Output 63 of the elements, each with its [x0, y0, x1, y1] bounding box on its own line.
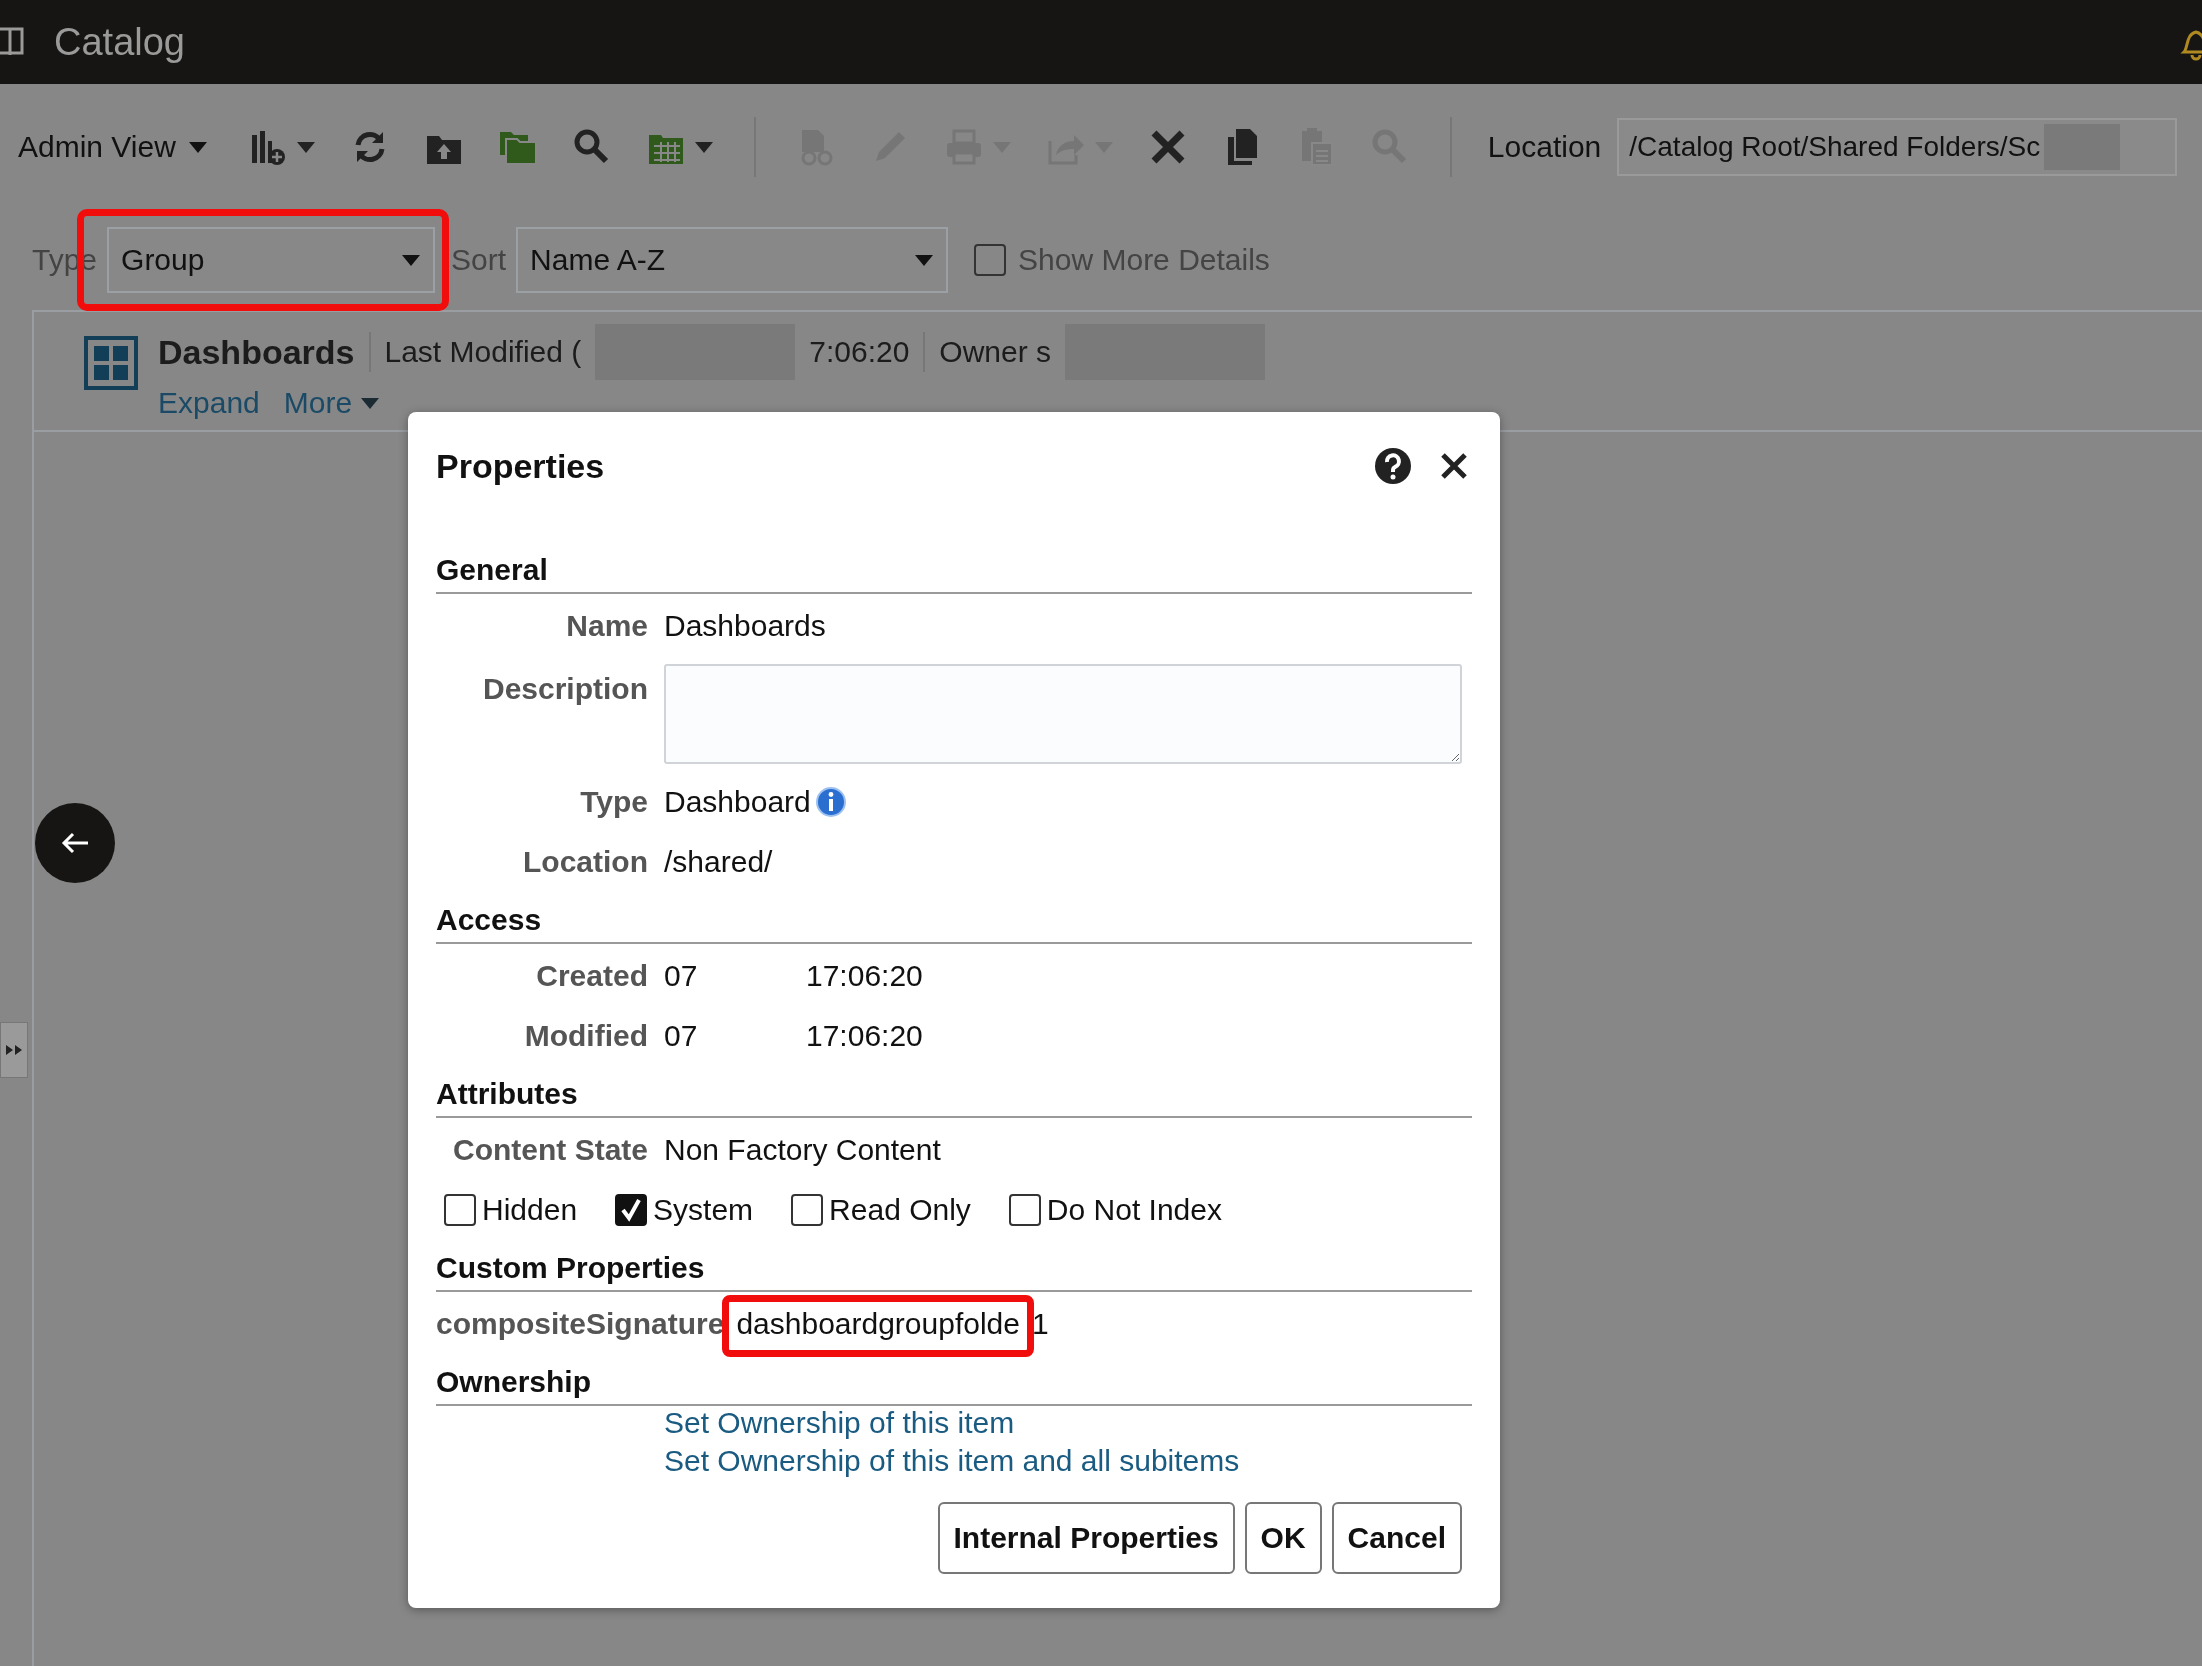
field-label: Location [522, 845, 648, 879]
page-title: Catalog [54, 20, 185, 64]
chart-add-icon[interactable] [251, 131, 285, 165]
checkbox-option[interactable]: Hidden [444, 1193, 578, 1227]
caret-icon [401, 253, 422, 267]
caret-icon [360, 396, 381, 410]
time-value: 17:06:20 [806, 959, 923, 993]
modified-time: 7:06:20 [809, 335, 910, 369]
location-label: Location [1487, 130, 1602, 164]
location-field[interactable]: /Catalog Root/Shared Folders/Sc [1617, 118, 2178, 176]
dashboard-icon [84, 336, 138, 390]
field-label: Modified [523, 1019, 648, 1053]
help-icon[interactable] [1374, 447, 1412, 485]
modified-label: Last Modified ( [384, 335, 582, 369]
caret-icon [295, 140, 316, 154]
close-icon[interactable] [1440, 452, 1468, 480]
dialog-button[interactable]: Cancel [1331, 1502, 1462, 1574]
view-menu[interactable]: Admin View [18, 130, 208, 164]
section-heading: General [436, 548, 1472, 594]
property-name: compositeSignature [436, 1307, 725, 1341]
field-label: Name [565, 609, 648, 643]
item-name[interactable]: Dashboards [158, 332, 355, 372]
double-triangle-icon [4, 1043, 24, 1057]
description-field[interactable] [664, 664, 1462, 764]
field-value: Dashboard [664, 785, 811, 819]
dialog-button[interactable]: OK [1244, 1502, 1322, 1574]
section-heading: Access [436, 898, 1472, 944]
time-value: 17:06:20 [806, 1019, 923, 1053]
checkbox-option[interactable]: System [615, 1193, 754, 1227]
section-heading: Ownership [436, 1360, 1472, 1406]
caret-icon [914, 253, 935, 267]
copy-icon[interactable] [1227, 129, 1257, 165]
field-value: Dashboards [664, 609, 826, 643]
property-value: dashboardgroupfolde [736, 1307, 1020, 1340]
owner-label: Owner s [939, 335, 1052, 369]
field-label: Description [481, 671, 648, 706]
section-heading: Custom Properties [436, 1246, 1472, 1292]
type-dropdown[interactable]: Group [107, 227, 436, 293]
arrow-left-icon [60, 831, 90, 855]
sort-label: Sort [451, 243, 507, 277]
dialog-title: Properties [436, 446, 605, 486]
refresh-icon[interactable] [355, 132, 385, 162]
property-suffix: 1 [1031, 1307, 1049, 1341]
caret-icon [187, 140, 208, 154]
date-value: 07 [664, 1019, 699, 1053]
section-heading: Attributes [436, 1072, 1472, 1118]
ownership-link[interactable]: Set Ownership of this item and all subitems [664, 1444, 1472, 1478]
field-label: Created [535, 959, 648, 993]
field-label: Content State [452, 1133, 648, 1167]
search-icon[interactable] [574, 129, 608, 164]
sort-dropdown[interactable]: Name A-Z [516, 227, 949, 293]
field-value: Non Factory Content [664, 1133, 941, 1167]
field-value: /shared/ [664, 845, 773, 879]
dialog-button[interactable]: Internal Properties [937, 1502, 1235, 1574]
checkbox-option[interactable]: Do Not Index [1008, 1193, 1222, 1227]
date-value: 07 [664, 959, 699, 993]
checkbox-option[interactable]: Read Only [791, 1193, 971, 1227]
ownership-link[interactable]: Set Ownership of this item [664, 1406, 1472, 1440]
field-label: Type [579, 785, 648, 819]
folder-upload-icon[interactable] [426, 136, 461, 164]
expand-panel-button[interactable] [0, 1022, 28, 1078]
caret-icon [693, 140, 714, 154]
info-icon[interactable] [814, 786, 847, 818]
